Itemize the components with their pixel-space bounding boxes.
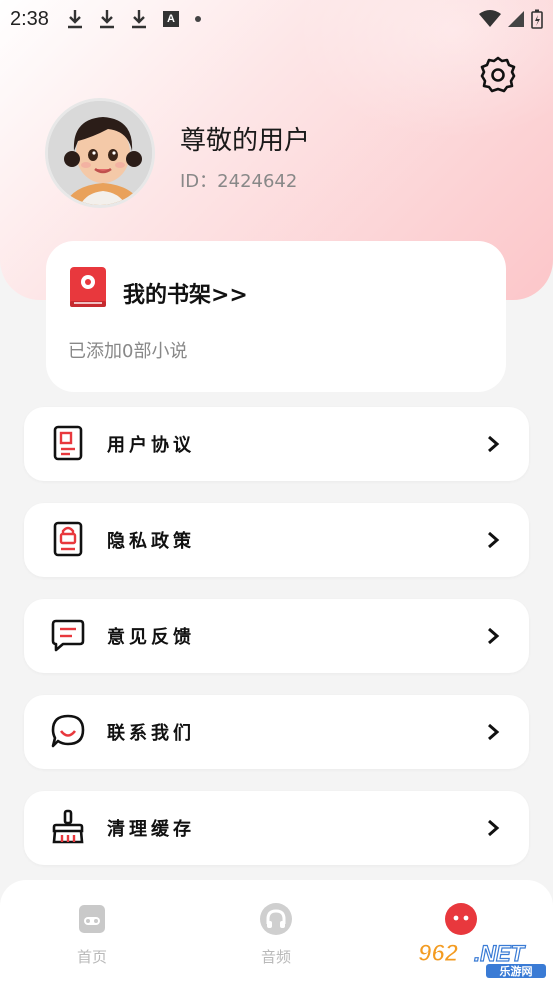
user-id: ID：2424642 [180, 171, 298, 192]
feedback-message-icon [51, 619, 85, 652]
chevron-right-icon [488, 627, 500, 645]
download-icon [67, 10, 82, 29]
chevron-right-icon [488, 435, 500, 453]
username: 尊敬的用户 [180, 126, 311, 156]
profile-face-icon [445, 903, 477, 935]
bookshelf-count: 已添加0部小说 [68, 341, 188, 362]
lock-document-icon [53, 521, 83, 557]
status-time: 2:38 [10, 7, 49, 30]
gear-icon [480, 56, 516, 93]
chevron-right-icon [488, 531, 500, 549]
nav-label: 首页 [76, 948, 107, 966]
battery-icon [531, 9, 543, 29]
menu-label: 用户协议 [107, 435, 195, 456]
menu-item-user-agreement[interactable]: 用户协议 [24, 407, 529, 481]
headphones-icon [260, 903, 292, 935]
download-icon [99, 10, 114, 29]
avatar[interactable] [45, 98, 155, 208]
menu-item-feedback[interactable]: 意见反馈 [24, 599, 529, 673]
document-icon [53, 425, 83, 461]
chevron-right-icon [488, 723, 500, 741]
site-watermark-logo: 962 .NET 乐游网 [418, 940, 546, 978]
download-icon [131, 10, 146, 29]
settings-button[interactable] [476, 52, 520, 96]
menu-label: 清理缓存 [107, 819, 195, 840]
menu-label: 意见反馈 [107, 627, 195, 648]
broom-icon [52, 809, 84, 844]
signal-icon [508, 11, 524, 27]
nav-item-audio[interactable]: 音频 [236, 902, 316, 967]
svg-text:962: 962 [418, 940, 459, 967]
menu-label: 隐私政策 [107, 531, 195, 552]
svg-text:.NET: .NET [474, 941, 526, 966]
nav-label: 音频 [260, 948, 291, 966]
bookshelf-title[interactable]: 我的书架>> [123, 277, 248, 309]
wifi-icon [479, 10, 501, 27]
menu-label: 联系我们 [107, 723, 195, 744]
system-status-icons [479, 9, 543, 29]
menu-item-privacy-policy[interactable]: 隐私政策 [24, 503, 529, 577]
status-bar: 2:38 A [0, 0, 553, 38]
nav-item-home[interactable]: 首页 [52, 902, 132, 967]
more-notifications-dot-icon [194, 16, 201, 22]
menu-item-clear-cache[interactable]: 清理缓存 [24, 791, 529, 865]
notification-icons: A [67, 9, 201, 29]
bookshelf-card[interactable]: 我的书架>> 已添加0部小说 [46, 241, 506, 392]
chevron-right-icon [488, 819, 500, 837]
svg-text:乐游网: 乐游网 [500, 964, 533, 978]
a-app-icon: A [162, 11, 179, 27]
menu-item-contact-us[interactable]: 联系我们 [24, 695, 529, 769]
bookshelf-book-icon [70, 267, 106, 307]
home-book-icon [79, 905, 105, 933]
chat-bubble-icon [51, 714, 85, 748]
